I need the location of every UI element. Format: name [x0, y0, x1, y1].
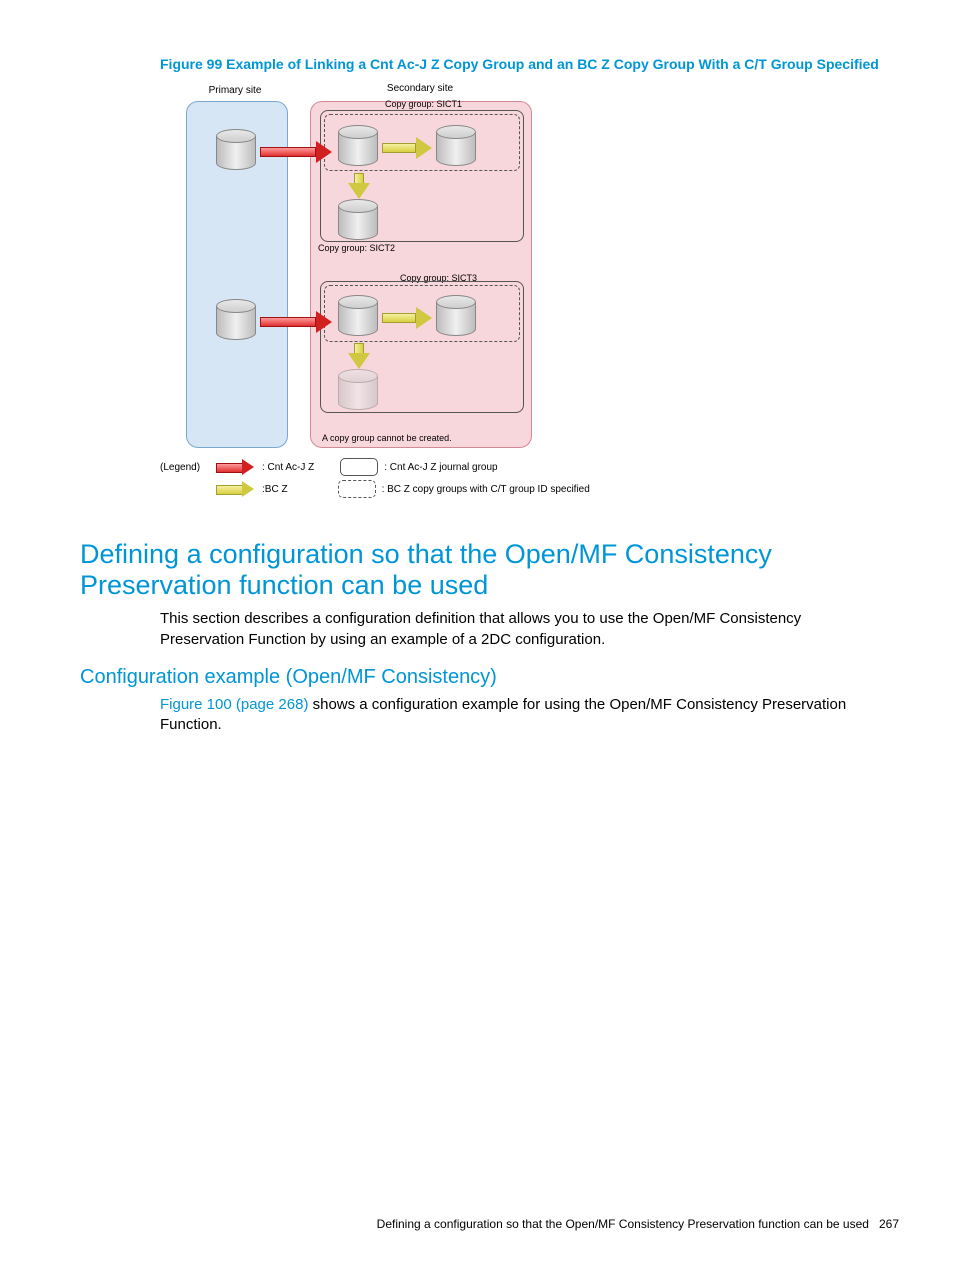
secondary-site-label: Secondary site — [375, 83, 465, 94]
legend-label: (Legend) — [160, 462, 210, 473]
cylinder-disabled-icon — [338, 369, 378, 413]
paragraph-2: Figure 100 (page 268) shows a configurat… — [160, 695, 879, 736]
figure-diagram: Primary site Secondary site Copy group: … — [160, 81, 600, 511]
figure-caption: Figure 99 Example of Linking a Cnt Ac-J … — [160, 55, 889, 73]
cylinder-icon — [338, 125, 378, 169]
legend-dash-box-icon — [338, 480, 376, 498]
yellow-arrow-icon — [382, 309, 432, 327]
paragraph-1: This section describes a configuration d… — [160, 609, 879, 650]
cylinder-icon — [216, 299, 256, 343]
cylinder-icon — [216, 129, 256, 173]
legend-bcz-ct-text: : BC Z copy groups with C/T group ID spe… — [382, 484, 590, 495]
primary-site-label: Primary site — [200, 85, 270, 96]
legend-bcz-text: :BC Z — [262, 484, 288, 495]
cannot-create-note: A copy group cannot be created. — [322, 433, 452, 443]
copy-group-sict2-label: Copy group: SICT2 — [318, 243, 395, 253]
yellow-arrow-icon — [382, 139, 432, 157]
yellow-arrow-down-icon — [350, 343, 368, 369]
red-arrow-icon — [260, 313, 332, 331]
cylinder-icon — [338, 295, 378, 339]
heading-2: Configuration example (Open/MF Consisten… — [80, 666, 899, 689]
cylinder-icon — [338, 199, 378, 243]
cylinder-icon — [436, 125, 476, 169]
legend-yellow-arrow-icon — [216, 482, 256, 496]
document-page: Figure 99 Example of Linking a Cnt Ac-J … — [0, 0, 954, 1271]
cylinder-icon — [436, 295, 476, 339]
page-footer: Defining a configuration so that the Ope… — [377, 1217, 899, 1231]
legend-red-arrow-icon — [216, 460, 256, 474]
legend: (Legend) : Cnt Ac-J Z : Cnt Ac-J Z journ… — [160, 456, 600, 500]
figure-100-link[interactable]: Figure 100 (page 268) — [160, 696, 308, 713]
page-number: 267 — [879, 1217, 899, 1231]
red-arrow-icon — [260, 143, 332, 161]
footer-text: Defining a configuration so that the Ope… — [377, 1217, 869, 1231]
legend-cnt-acj-text: : Cnt Ac-J Z — [262, 462, 314, 473]
legend-solid-box-icon — [340, 458, 378, 476]
yellow-arrow-down-icon — [350, 173, 368, 199]
copy-group-sict1-label: Copy group: SICT1 — [385, 99, 462, 109]
heading-1: Defining a configuration so that the Ope… — [80, 539, 899, 601]
legend-journal-text: : Cnt Ac-J Z journal group — [384, 462, 497, 473]
